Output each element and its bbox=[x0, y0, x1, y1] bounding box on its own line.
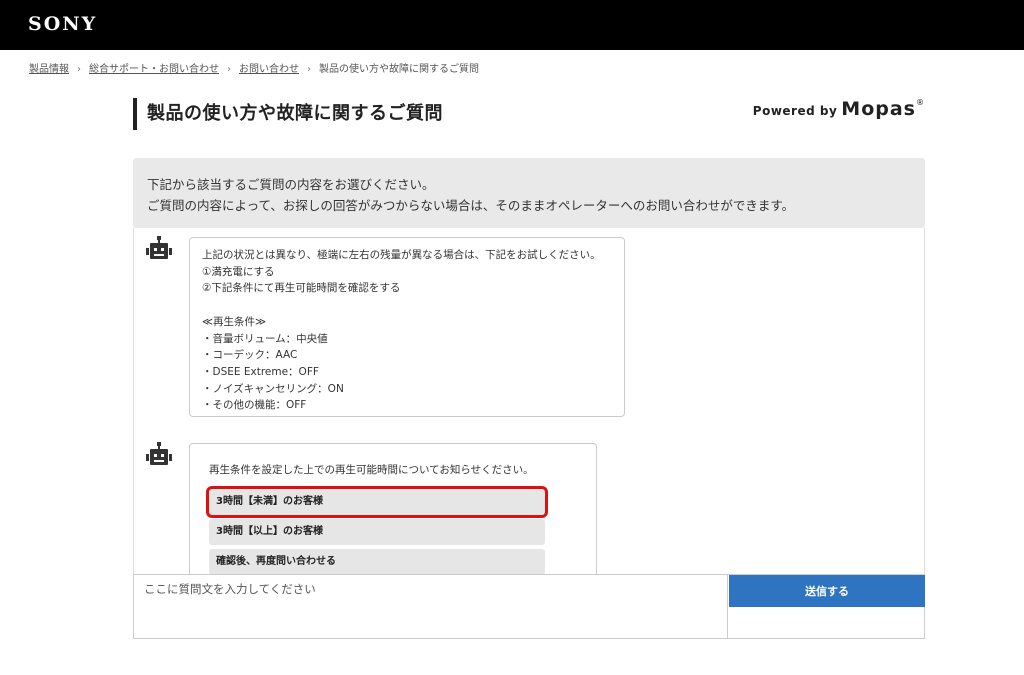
option-over-3-hours[interactable]: 3時間【以上】のお客様 bbox=[209, 519, 545, 545]
mopas-logo: Mopas bbox=[841, 98, 916, 120]
robot-icon bbox=[146, 236, 172, 259]
robot-icon bbox=[146, 442, 172, 465]
registered-mark: ® bbox=[916, 98, 924, 107]
powered-by-mopas: Powered by Mopas® bbox=[753, 98, 924, 120]
breadcrumb-separator: › bbox=[77, 64, 81, 75]
message-input-area: 送信する bbox=[133, 574, 925, 639]
message-line: ・その他の機能：OFF bbox=[202, 399, 307, 412]
send-button[interactable]: 送信する bbox=[729, 575, 925, 607]
notice-line-2: ご質問の内容によって、お探しの回答がみつからない場合は、そのままオペレーターへの… bbox=[147, 198, 795, 213]
notice-line-1: 下記から該当するご質問の内容をお選びください。 bbox=[147, 177, 435, 192]
message-line: ①満充電にする bbox=[202, 265, 275, 278]
bot-question-text: 再生条件を設定した上での再生可能時間についてお知らせください。 bbox=[209, 464, 534, 476]
bot-message-playback-conditions: 上記の状況とは異なり、極端に左右の残量が異なる場合は、下記をお試しください。 ①… bbox=[189, 237, 625, 417]
option-under-3-hours[interactable]: 3時間【未満】のお客様 bbox=[206, 486, 548, 518]
chat-log[interactable]: 上記の状況とは異なり、極端に左右の残量が異なる場合は、下記をお試しください。 ①… bbox=[133, 228, 925, 575]
message-line bbox=[202, 297, 612, 314]
breadcrumb-link-support[interactable]: 総合サポート・お問い合わせ bbox=[89, 64, 219, 75]
bot-message-playback-question: 再生条件を設定した上での再生可能時間についてお知らせください。 3時間【未満】の… bbox=[189, 443, 597, 575]
question-input[interactable] bbox=[134, 575, 728, 638]
instruction-notice: 下記から該当するご質問の内容をお選びください。 ご質問の内容によって、お探しの回… bbox=[133, 158, 925, 228]
sony-logo[interactable]: SONY bbox=[28, 13, 97, 35]
breadcrumb-separator: › bbox=[227, 64, 231, 75]
message-line: ・音量ボリューム：中央値 bbox=[202, 332, 328, 345]
breadcrumb-separator: › bbox=[307, 64, 311, 75]
message-line: ②下記条件にて再生可能時間を確認をする bbox=[202, 282, 401, 295]
breadcrumb-link-contact[interactable]: お問い合わせ bbox=[239, 64, 299, 75]
page-title-block: 製品の使い方や故障に関するご質問 bbox=[133, 98, 443, 130]
top-header: SONY bbox=[0, 0, 1024, 50]
message-line: ・DSEE Extreme：OFF bbox=[202, 365, 319, 378]
message-line: ≪再生条件≫ bbox=[202, 315, 266, 328]
breadcrumb-current: 製品の使い方や故障に関するご質問 bbox=[319, 64, 479, 75]
breadcrumb: 製品情報 › 総合サポート・お問い合わせ › お問い合わせ › 製品の使い方や故障に関するご… bbox=[29, 60, 479, 75]
message-line: ・ノイズキャンセリング：ON bbox=[202, 382, 344, 395]
option-contact-again[interactable]: 確認後、再度問い合わせる bbox=[209, 549, 545, 575]
page-title: 製品の使い方や故障に関するご質問 bbox=[147, 103, 443, 124]
message-line: ・コーデック：AAC bbox=[202, 349, 298, 362]
message-line: 上記の状況とは異なり、極端に左右の残量が異なる場合は、下記をお試しください。 bbox=[202, 249, 601, 261]
powered-by-label: Powered by bbox=[752, 104, 838, 118]
breadcrumb-link-products[interactable]: 製品情報 bbox=[29, 64, 69, 75]
